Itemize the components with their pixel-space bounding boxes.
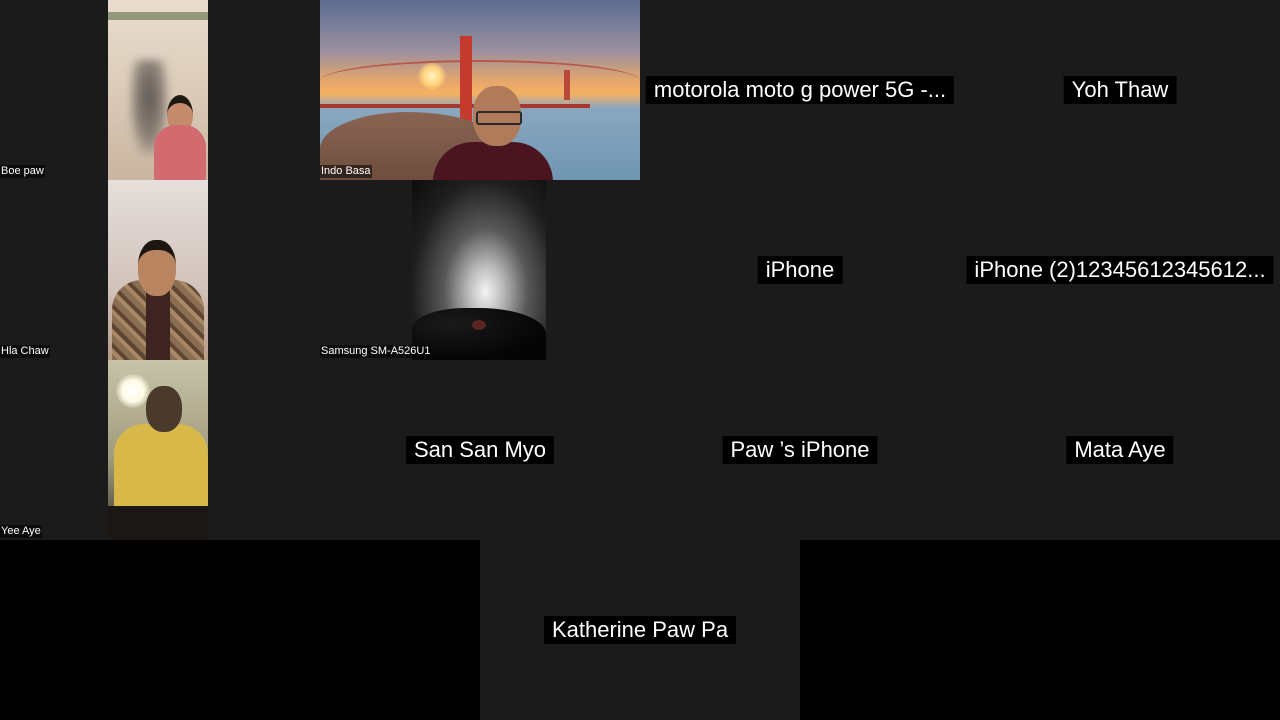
video-background bbox=[472, 320, 486, 330]
participant-name: Boe paw bbox=[0, 165, 45, 178]
participant-video bbox=[108, 180, 208, 360]
video-background bbox=[564, 70, 570, 100]
video-person-body bbox=[114, 424, 208, 514]
participant-tile-katherine-paw-pa[interactable]: Katherine Paw Pa bbox=[480, 540, 800, 720]
video-person-body bbox=[433, 142, 553, 180]
video-background bbox=[108, 506, 208, 540]
participant-name: iPhone (2)12345612345612... bbox=[966, 256, 1274, 284]
video-person-body bbox=[154, 125, 206, 180]
participant-video bbox=[320, 0, 640, 180]
video-person-head bbox=[146, 386, 182, 432]
video-person bbox=[152, 95, 208, 180]
participant-name: iPhone bbox=[757, 256, 843, 284]
participant-tile-samsung[interactable]: Samsung SM-A526U1 bbox=[320, 180, 640, 360]
participant-tile-yee-aye[interactable]: Yee Aye bbox=[0, 360, 320, 540]
participant-name: San San Myo bbox=[405, 436, 555, 464]
video-person-head bbox=[138, 240, 176, 296]
video-person bbox=[108, 240, 208, 360]
participant-name: Paw ’s iPhone bbox=[722, 436, 878, 464]
participant-tile-paws-iphone[interactable]: Paw ’s iPhone bbox=[640, 360, 960, 540]
video-background bbox=[412, 308, 546, 360]
participant-tile-boe-paw[interactable]: Boe paw bbox=[0, 0, 320, 180]
participant-tile-motorola[interactable]: motorola moto g power 5G -... bbox=[640, 0, 960, 180]
participant-tile-iphone[interactable]: iPhone bbox=[640, 180, 960, 360]
participant-video bbox=[108, 360, 208, 540]
video-background bbox=[116, 374, 150, 408]
participant-name: Katherine Paw Pa bbox=[543, 616, 737, 644]
participant-name: motorola moto g power 5G -... bbox=[645, 76, 955, 104]
participant-tile-mata-aye[interactable]: Mata Aye bbox=[960, 360, 1280, 540]
meeting-gallery: Boe paw Indo Basa motorola moto g power … bbox=[0, 0, 1280, 720]
participant-tile-hla-chaw[interactable]: Hla Chaw bbox=[0, 180, 320, 360]
participant-name: Mata Aye bbox=[1066, 436, 1174, 464]
participant-name: Samsung SM-A526U1 bbox=[320, 345, 432, 358]
participant-video bbox=[412, 180, 546, 360]
video-person-body bbox=[146, 290, 170, 360]
participant-name: Indo Basa bbox=[320, 165, 372, 178]
participant-video bbox=[108, 0, 208, 180]
participant-name: Hla Chaw bbox=[0, 345, 50, 358]
video-person bbox=[428, 86, 558, 180]
tile-padding bbox=[0, 0, 108, 180]
participant-name: Yee Aye bbox=[0, 525, 42, 538]
video-person-glasses bbox=[476, 111, 522, 125]
participant-name: Yoh Thaw bbox=[1063, 76, 1177, 104]
video-background bbox=[108, 12, 208, 20]
participant-tile-san-san-myo[interactable]: San San Myo bbox=[320, 360, 640, 540]
participant-tile-indo-basa[interactable]: Indo Basa bbox=[320, 0, 640, 180]
participant-tile-yoh-thaw[interactable]: Yoh Thaw bbox=[960, 0, 1280, 180]
participant-tile-iphone-2[interactable]: iPhone (2)12345612345612... bbox=[960, 180, 1280, 360]
tile-padding bbox=[208, 0, 320, 180]
